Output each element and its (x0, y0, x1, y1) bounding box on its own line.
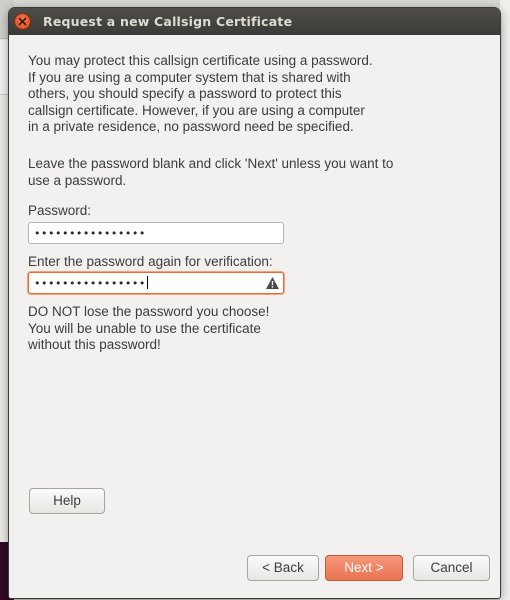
intro-text: You may protect this callsign certificat… (28, 53, 373, 134)
back-button[interactable]: < Back (247, 555, 319, 581)
titlebar: Request a new Callsign Certificate (9, 8, 500, 35)
help-button[interactable]: Help (29, 488, 105, 514)
verify-password-field[interactable]: •••••••••••••••• (28, 272, 284, 294)
password-field[interactable]: •••••••••••••••• (28, 222, 284, 244)
certificate-dialog: Request a new Callsign Certificate You m… (9, 8, 500, 598)
instruction-text: Leave the password blank and click 'Next… (28, 156, 394, 188)
password-value: •••••••••••••••• (34, 227, 146, 240)
background-window-right (500, 0, 510, 600)
cancel-button[interactable]: Cancel (413, 555, 490, 581)
password-warning-text: DO NOT lose the password you choose! You… (28, 304, 270, 352)
close-icon (18, 17, 27, 26)
window-title: Request a new Callsign Certificate (43, 14, 293, 29)
dialog-content: You may protect this callsign certificat… (28, 53, 468, 352)
verify-password-text-wrap: •••••••••••••••• (34, 276, 148, 293)
close-button[interactable] (15, 14, 30, 29)
verify-password-value: •••••••••••••••• (34, 277, 146, 290)
next-button[interactable]: Next > (325, 555, 403, 581)
warning-icon (266, 277, 279, 289)
text-cursor (146, 276, 148, 289)
verify-password-label: Enter the password again for verificatio… (28, 254, 273, 269)
password-label: Password: (28, 203, 92, 218)
